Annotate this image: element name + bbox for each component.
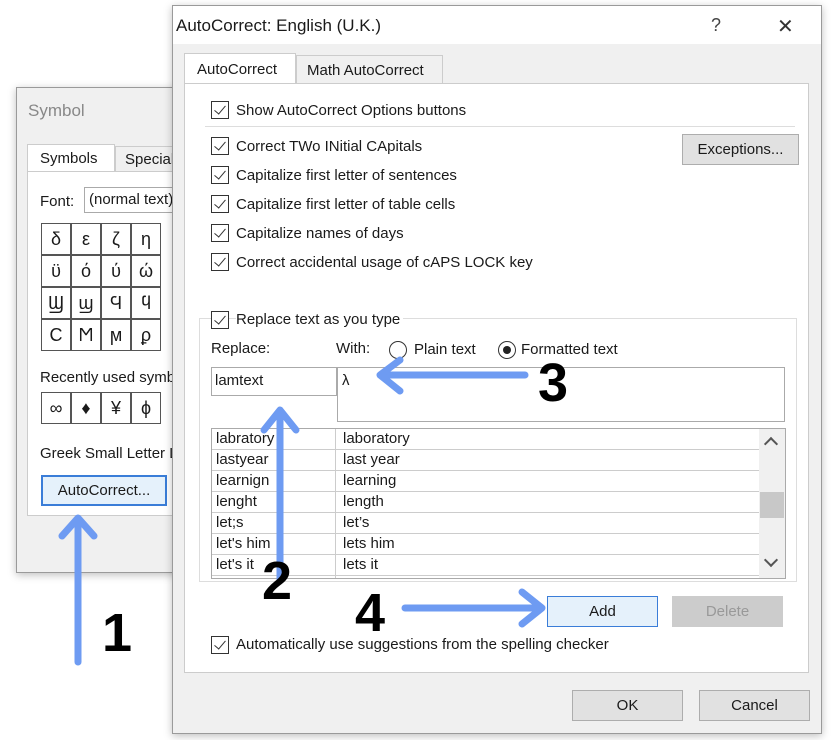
step-2-label: 2 bbox=[262, 551, 293, 611]
step-1-label: 1 bbox=[102, 603, 133, 663]
step-3-label: 3 bbox=[538, 353, 569, 413]
step-4-label: 4 bbox=[355, 583, 386, 643]
arrow-3 bbox=[376, 356, 529, 395]
arrow-1 bbox=[58, 514, 98, 666]
arrow-4 bbox=[401, 588, 546, 628]
